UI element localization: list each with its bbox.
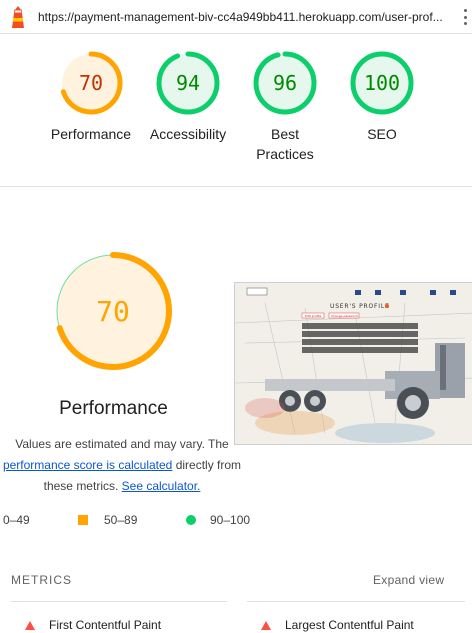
- metric-fcp[interactable]: First Contentful Paint: [25, 618, 161, 632]
- gauge-label: SEO: [367, 126, 397, 142]
- svg-text:70: 70: [79, 71, 103, 95]
- svg-text:Edit profile: Edit profile: [305, 314, 321, 318]
- expand-view-toggle[interactable]: Expand view: [373, 573, 444, 587]
- performance-score: 70: [96, 295, 130, 328]
- gauge-accessibility-ring: 94: [156, 51, 220, 115]
- lighthouse-icon: [12, 6, 24, 28]
- svg-text:96: 96: [273, 71, 297, 95]
- square-icon: [78, 515, 88, 525]
- page-screenshot-thumbnail[interactable]: USER'S PROFILE Edit profile Change passw…: [234, 282, 472, 445]
- metric-lcp[interactable]: Largest Contentful Paint: [261, 618, 414, 632]
- browser-toolbar: https://payment-management-biv-cc4a949bb…: [0, 0, 472, 34]
- metric-divider: [247, 601, 465, 602]
- gauge-label: Performance: [50, 126, 132, 142]
- performance-gauge-large: 70: [54, 252, 172, 370]
- gauge-label: Best Practices: [256, 126, 314, 162]
- svg-text:100: 100: [364, 71, 400, 95]
- section-divider: [0, 186, 472, 187]
- gauge-best-practices-ring: 96: [253, 51, 317, 115]
- svg-text:94: 94: [176, 71, 200, 95]
- gauge-accessibility[interactable]: 94 Accessibility: [138, 50, 238, 144]
- fail-triangle-icon: [261, 620, 271, 630]
- fail-triangle-icon: [25, 620, 35, 630]
- url-bar[interactable]: https://payment-management-biv-cc4a949bb…: [38, 10, 450, 24]
- performance-description: Values are estimated and may vary. The p…: [2, 437, 242, 493]
- gauge-best-practices[interactable]: 96 Best Practices: [235, 50, 335, 164]
- see-calculator-link[interactable]: See calculator.: [122, 479, 201, 493]
- gauge-performance[interactable]: 70 Performance: [41, 50, 141, 144]
- performance-title: Performance: [59, 398, 168, 419]
- gauge-seo-ring: 100: [350, 51, 414, 115]
- metrics-heading: METRICS: [11, 573, 72, 587]
- circle-icon: [186, 515, 196, 525]
- legend-fail: 0–49: [3, 513, 30, 527]
- score-calculation-link[interactable]: performance score is calculated: [3, 458, 172, 472]
- more-options-icon[interactable]: [462, 9, 468, 25]
- legend-average: 50–89: [78, 512, 137, 528]
- legend-pass: 90–100: [186, 512, 250, 528]
- gauge-label: Accessibility: [149, 126, 227, 142]
- metric-divider: [11, 601, 227, 602]
- gauge-performance-ring: 70: [59, 51, 123, 115]
- thumb-title: USER'S PROFILE: [330, 303, 390, 310]
- gauge-seo[interactable]: 100 SEO: [332, 50, 432, 144]
- svg-text:Change password: Change password: [331, 314, 358, 318]
